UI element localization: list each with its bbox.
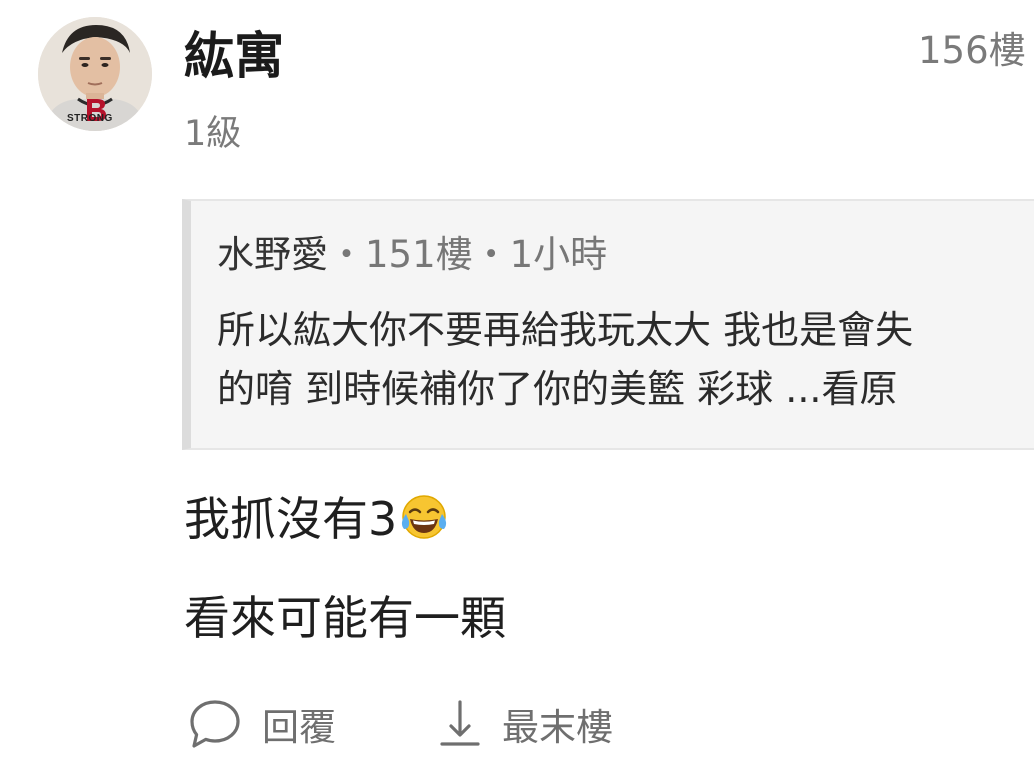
comment-post: STRONG 紘寓 156樓 1級 水野愛・151樓・1小時 所以紘大你不要再給… (0, 0, 1034, 778)
user-level: 1級 (184, 114, 242, 154)
arrow-down-to-line-icon (440, 700, 480, 746)
last-floor-label: 最末樓 (502, 706, 613, 749)
avatar-badge-text: STRONG (67, 113, 113, 124)
avatar[interactable]: STRONG (38, 17, 152, 131)
quote-text-line: 所以紘大你不要再給我玩太大 我也是會失 (217, 308, 914, 352)
quoted-comment[interactable]: 水野愛・151樓・1小時 所以紘大你不要再給我玩太大 我也是會失 的唷 到時候補… (182, 199, 1034, 450)
comment-text: 看來可能有一顆 (184, 591, 506, 645)
comment-text-line: 我抓沒有3 (184, 491, 449, 553)
quote-text-line: 的唷 到時候補你了你的美籃 彩球 ...看原 (217, 367, 898, 411)
quote-separator: ・ (328, 233, 365, 276)
quote-text: 所以紘大你不要再給我玩太大 我也是會失 的唷 到時候補你了你的美籃 彩球 ...… (217, 301, 1034, 419)
comment-text-line: 看來可能有一顆 (184, 590, 506, 646)
reply-label: 回覆 (262, 706, 336, 749)
floor-number: 156樓 (918, 29, 1026, 72)
quote-meta: 水野愛・151樓・1小時 (217, 231, 607, 279)
speech-bubble-icon (190, 700, 240, 748)
quote-author: 水野愛 (217, 233, 328, 276)
quote-floor: 151樓 (365, 233, 473, 276)
quote-separator: ・ (472, 233, 510, 276)
comment-text: 我抓沒有3 (184, 492, 398, 546)
last-floor-button[interactable]: 最末樓 (436, 696, 613, 752)
comment-actions: 回覆 最末樓 (186, 694, 613, 754)
reply-button[interactable]: 回覆 (186, 696, 336, 752)
username[interactable]: 紘寓 (184, 24, 284, 88)
quote-time: 1小時 (509, 233, 608, 276)
face-with-tears-of-joy-icon (399, 493, 449, 553)
